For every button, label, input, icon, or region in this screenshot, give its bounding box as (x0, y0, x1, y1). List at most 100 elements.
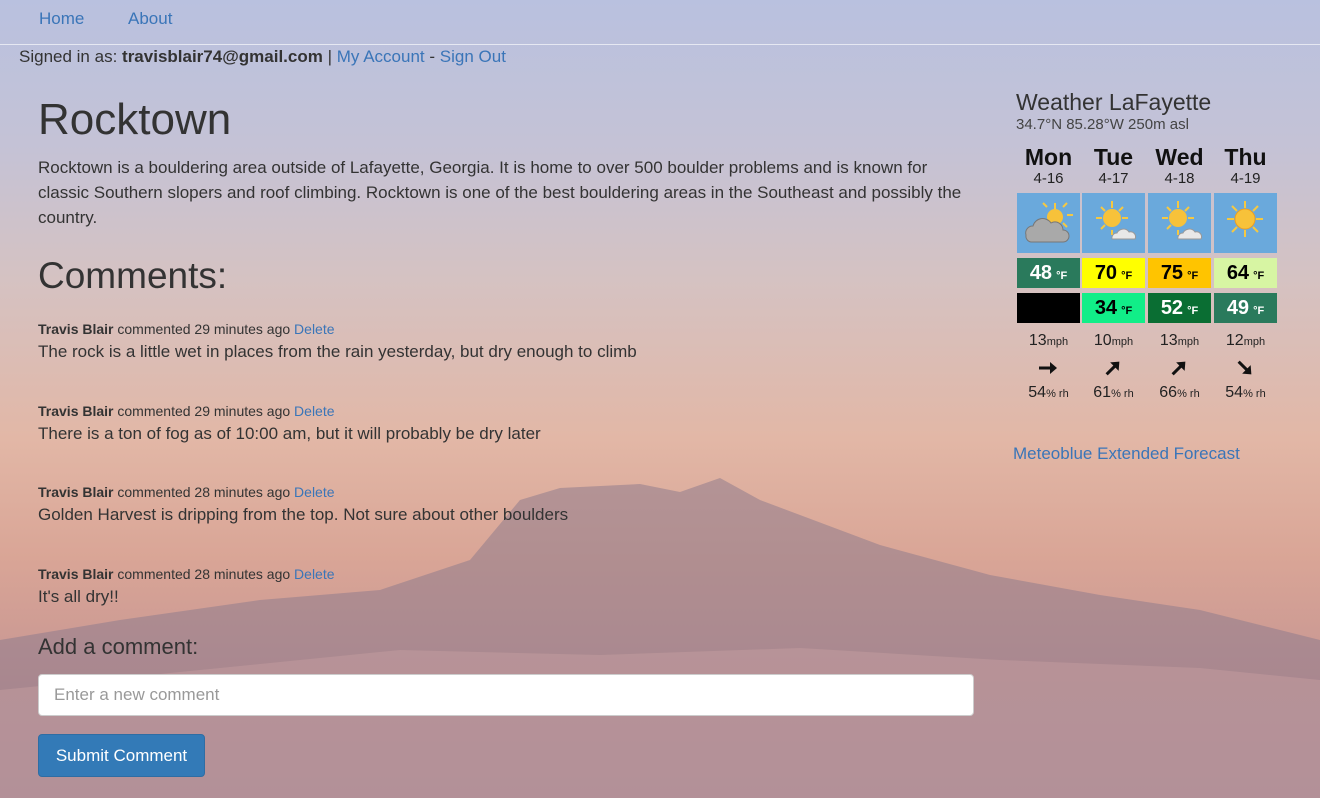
forecast-day-column: Thu 4-19 64 °F 49 °F 12mph 54% rh (1214, 144, 1277, 401)
signed-in-label: Signed in as: (19, 47, 118, 66)
partly-cloudy-icon (1017, 193, 1080, 253)
high-temp-cell: 64 °F (1214, 258, 1277, 288)
temp-unit: °F (1121, 305, 1133, 317)
wind-speed: 13mph (1148, 332, 1211, 350)
low-temp-value: 52 (1160, 297, 1184, 319)
humidity-unit: % rh (1243, 388, 1266, 400)
humidity-value: 54 (1225, 384, 1244, 401)
my-account-link[interactable]: My Account (337, 47, 425, 66)
nav-about-link[interactable]: About (128, 9, 172, 29)
sun-cloud-icon (1082, 193, 1145, 253)
delete-comment-link[interactable]: Delete (294, 566, 334, 582)
comment-text: It's all dry!! (38, 587, 119, 606)
temp-unit: °F (1056, 270, 1068, 282)
high-temp-value: 75 (1160, 262, 1184, 284)
comment-text: Golden Harvest is dripping from the top.… (38, 505, 569, 524)
wind-value: 13 (1028, 332, 1047, 349)
forecast-day-column: Wed 4-18 75 °F 52 °F 13mph 66% rh (1148, 144, 1211, 401)
wind-value: 12 (1225, 332, 1244, 349)
wind-speed: 13mph (1017, 332, 1080, 350)
humidity: 66% rh (1148, 384, 1211, 402)
southeast-arrow-icon (1214, 359, 1277, 377)
forecast-day-column: Tue 4-17 70 °F 34 °F 10mph 61% rh (1082, 144, 1145, 401)
comment-item: Travis Blair commented 29 minutes ago De… (38, 320, 974, 364)
extended-forecast-link[interactable]: Meteoblue Extended Forecast (1013, 444, 1240, 464)
comment-author: Travis Blair (38, 403, 114, 419)
temp-unit: °F (1121, 270, 1133, 282)
humidity: 54% rh (1017, 384, 1080, 402)
high-temp-cell: 75 °F (1148, 258, 1211, 288)
humidity-value: 66 (1159, 384, 1178, 401)
temp-unit: °F (1187, 270, 1199, 282)
day-date: 4-18 (1164, 170, 1195, 187)
humidity-value: 54 (1028, 384, 1047, 401)
wind-value: 10 (1093, 332, 1112, 349)
sun-icon (1214, 193, 1277, 253)
northeast-arrow-icon (1148, 359, 1211, 377)
add-comment-label: Add a comment: (38, 634, 199, 659)
submit-comment-button[interactable]: Submit Comment (38, 734, 205, 777)
high-temp-cell: 48 °F (1017, 258, 1080, 288)
area-main-content: Rocktown Rocktown is a bouldering area o… (38, 92, 974, 777)
low-temp-cell: 49 °F (1214, 293, 1277, 323)
comment-item: Travis Blair commented 29 minutes ago De… (38, 402, 974, 446)
humidity-value: 61 (1093, 384, 1112, 401)
weather-title: Weather LaFayette (1016, 89, 1212, 115)
low-temp-value: 34 (1094, 297, 1118, 319)
day-name: Mon (1024, 144, 1073, 170)
east-arrow-icon (1017, 359, 1080, 377)
humidity: 54% rh (1214, 384, 1277, 402)
nav-home-link[interactable]: Home (39, 9, 84, 29)
comment-meta: commented 28 minutes ago (117, 566, 291, 582)
new-comment-input[interactable] (38, 674, 974, 716)
comment-item: Travis Blair commented 28 minutes ago De… (38, 565, 974, 609)
day-date: 4-17 (1098, 170, 1129, 187)
area-description: Rocktown is a bouldering area outside of… (38, 158, 962, 227)
day-name: Wed (1155, 144, 1204, 170)
temp-unit: °F (1253, 270, 1265, 282)
wind-unit: mph (1177, 336, 1200, 348)
humidity-unit: % rh (1111, 388, 1134, 400)
comment-text: The rock is a little wet in places from … (38, 342, 637, 361)
comments-heading: Comments: (38, 255, 228, 296)
comment-item: Travis Blair commented 28 minutes ago De… (38, 483, 974, 527)
day-name: Thu (1224, 144, 1267, 170)
signed-in-bar: Signed in as: travisblair74@gmail.com | … (19, 47, 506, 67)
separator: | (327, 47, 333, 66)
high-temp-value: 70 (1094, 262, 1118, 284)
wind-speed: 10mph (1082, 332, 1145, 350)
sign-out-link[interactable]: Sign Out (440, 47, 506, 66)
weather-widget[interactable]: Weather LaFayette 34.7°N 85.28°W 250m as… (1016, 88, 1280, 401)
comment-meta: commented 29 minutes ago (117, 321, 291, 337)
low-temp-value: 49 (1226, 297, 1250, 319)
temp-unit: °F (1187, 305, 1199, 317)
low-temp-cell: 34 °F (1082, 293, 1145, 323)
day-date: 4-19 (1230, 170, 1261, 187)
comment-text: There is a ton of fog as of 10:00 am, bu… (38, 424, 541, 443)
page-title: Rocktown (38, 95, 232, 144)
wind-unit: mph (1111, 336, 1134, 348)
temp-unit: °F (1253, 305, 1265, 317)
day-name: Tue (1093, 144, 1134, 170)
user-email: travisblair74@gmail.com (122, 47, 323, 66)
comment-author: Travis Blair (38, 566, 114, 582)
delete-comment-link[interactable]: Delete (294, 321, 334, 337)
delete-comment-link[interactable]: Delete (294, 484, 334, 500)
comment-author: Travis Blair (38, 484, 114, 500)
delete-comment-link[interactable]: Delete (294, 403, 334, 419)
top-navbar: Home About (0, 0, 1320, 45)
high-temp-value: 64 (1226, 262, 1250, 284)
low-temp-cell (1017, 293, 1080, 323)
comment-meta: commented 29 minutes ago (117, 403, 291, 419)
wind-unit: mph (1046, 336, 1069, 348)
day-date: 4-16 (1033, 170, 1064, 187)
wind-speed: 12mph (1214, 332, 1277, 350)
comment-author: Travis Blair (38, 321, 114, 337)
wind-unit: mph (1243, 336, 1266, 348)
high-temp-cell: 70 °F (1082, 258, 1145, 288)
low-temp-cell: 52 °F (1148, 293, 1211, 323)
humidity-unit: % rh (1046, 388, 1069, 400)
sun-cloud-icon (1148, 193, 1211, 253)
humidity-unit: % rh (1177, 388, 1200, 400)
high-temp-value: 48 (1029, 262, 1053, 284)
